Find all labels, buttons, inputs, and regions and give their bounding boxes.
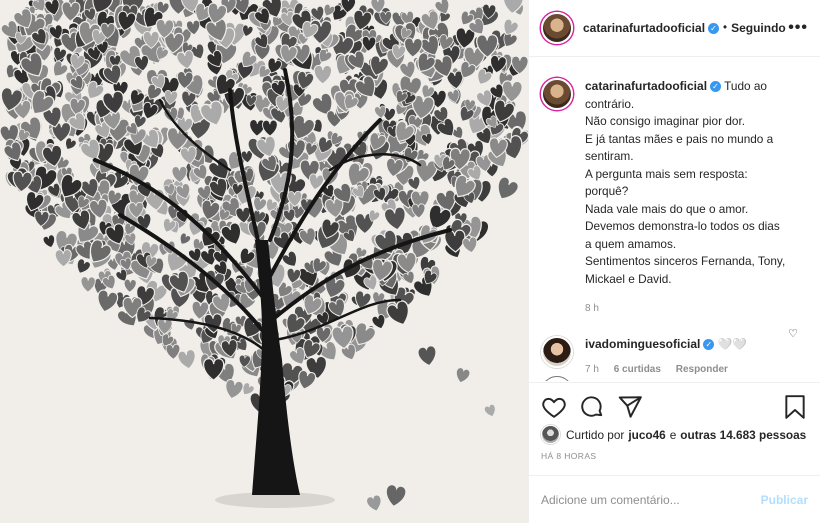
post-image[interactable] [0,0,529,523]
post-actions: Curtido por juco46 e outras 14.683 pesso… [529,382,820,482]
caption-author-avatar[interactable] [541,78,573,110]
likes-others[interactable]: outras 14.683 pessoas [680,428,806,442]
verified-badge-icon: ✓ [708,22,720,34]
caption-line: Devemos demonstra-lo todos os dias [585,219,780,233]
liker-avatar[interactable] [541,425,560,444]
header-separator: • [723,22,728,34]
bookmark-icon[interactable] [782,394,808,420]
likes-middle: e [669,427,677,442]
caption: catarinafurtadooficial ✓ Tudo ao contrári… [541,78,808,318]
commenter-avatar[interactable] [541,335,573,368]
caption-username[interactable]: catarinafurtadooficial [585,79,707,93]
comment-text: 🤍🤍 [717,336,748,351]
caption-text: catarinafurtadooficial ✓ Tudo ao contrári… [585,79,808,288]
following-button[interactable]: Seguindo [731,21,786,35]
comment-like-heart-icon[interactable]: ♡ [788,327,798,340]
comment-item: ivadominguesoficial ✓ 🤍🤍 7 h 6 curtidas R… [541,335,808,379]
caption-meta: 8 h [585,300,808,318]
header-user-block: catarinafurtadooficial ✓ • Seguindo [583,21,788,35]
caption-line: porquê? [585,184,629,198]
author-username[interactable]: catarinafurtadooficial [583,21,705,35]
post-side-panel: catarinafurtadooficial ✓ • Seguindo ••• … [529,0,820,523]
commenter-username[interactable]: ivadominguesoficial [585,337,700,351]
comment-time[interactable]: 7 h [585,364,599,375]
post-header: catarinafurtadooficial ✓ • Seguindo ••• [529,0,820,57]
caption-body: catarinafurtadooficial ✓ Tudo ao contrári… [585,78,808,318]
more-options-icon[interactable]: ••• [788,20,808,36]
action-icons [541,383,808,431]
comment-body: ivadominguesoficial ✓ 🤍🤍 7 h 6 curtidas R… [585,336,808,379]
publish-button[interactable]: Publicar [761,493,808,507]
heart-tree-illustration-icon [0,0,528,511]
instagram-post-modal: catarinafurtadooficial ✓ • Seguindo ••• … [0,0,820,523]
caption-line: E já tantas mães e pais no mundo a [585,131,774,146]
paper-plane-icon[interactable] [617,394,643,420]
caption-line: sentiram. [585,149,634,163]
comments-section[interactable]: catarinafurtadooficial ✓ Tudo ao contrári… [529,58,820,381]
liker-username[interactable]: juco46 [628,428,665,442]
caption-line: Não consigo imaginar pior dor. [585,114,746,128]
next-comment-avatar [541,376,573,381]
caption-line: Nada vale mais do que o amor. [585,201,749,216]
comment-meta: 7 h 6 curtidas Responder [585,361,808,379]
caption-line: Tudo ao [724,79,767,93]
verified-badge-icon: ✓ [710,81,722,93]
reply-button[interactable]: Responder [676,364,728,375]
caption-line: a quem amamos. [585,236,677,251]
likes-summary: Curtido por juco46 e outras 14.683 pesso… [541,425,808,444]
caption-time[interactable]: 8 h [585,303,599,314]
caption-line: A pergunta mais sem resposta: [585,166,748,181]
post-timestamp[interactable]: HÁ 8 HORAS [541,451,808,461]
comment-input[interactable] [541,492,761,507]
verified-badge-icon: ✓ [703,338,715,350]
heart-outline-icon[interactable] [541,394,567,420]
comment-bubble-icon[interactable] [579,394,605,420]
add-comment-bar: Publicar [529,475,820,523]
author-avatar[interactable] [541,12,573,44]
caption-line: Sentimentos sinceros Fernanda, Tony, [585,254,786,268]
caption-line: contrário. [585,96,635,111]
likes-prefix: Curtido por [566,427,625,442]
caption-line: Mickael e David. [585,271,672,286]
comment-likes[interactable]: 6 curtidas [614,364,661,375]
